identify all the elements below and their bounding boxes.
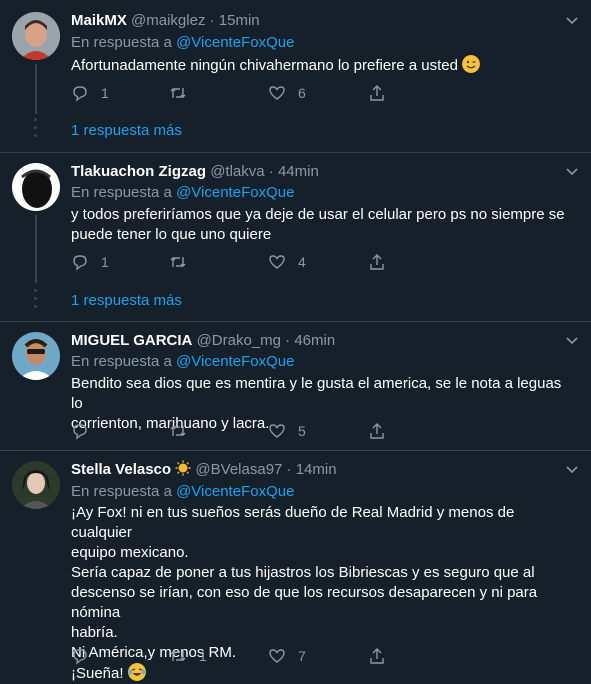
user-handle[interactable]: @maikglez bbox=[131, 12, 205, 29]
tweet-text-line: y todos preferiríamos que ya deje de usa… bbox=[71, 206, 565, 223]
reply-prefix: En respuesta a bbox=[71, 483, 172, 500]
like-count: 6 bbox=[298, 85, 306, 101]
tweet-actions: 1 4 bbox=[71, 252, 401, 272]
retweet-icon bbox=[170, 426, 186, 436]
heart-icon bbox=[269, 255, 285, 269]
display-name[interactable]: Tlakuachon Zigzag bbox=[71, 163, 206, 180]
reply-prefix: En respuesta a bbox=[71, 353, 172, 370]
chevron-down-icon[interactable] bbox=[565, 14, 579, 28]
reply-button[interactable]: 1 bbox=[71, 83, 109, 103]
reply-icon bbox=[73, 424, 87, 440]
retweet-button[interactable]: 1 bbox=[169, 646, 207, 666]
sun-emoji-icon bbox=[175, 460, 191, 476]
avatar[interactable] bbox=[12, 163, 60, 211]
timestamp[interactable]: 14min bbox=[296, 461, 337, 478]
tweet-3[interactable]: MIGUEL GARCIA @Drako_mg · 46min En respu… bbox=[0, 322, 591, 450]
tweet-text: y todos preferiríamos que ya deje de usa… bbox=[71, 205, 571, 245]
display-name[interactable]: Stella Velasco bbox=[71, 461, 171, 478]
tweet-text-line: puede tener lo que uno quiere bbox=[71, 226, 272, 243]
tweet-actions: 1 7 bbox=[71, 646, 401, 666]
retweet-button[interactable] bbox=[169, 252, 199, 272]
tweet-text-line: habría. bbox=[71, 624, 118, 641]
tweet-2[interactable]: Tlakuachon Zigzag @tlakva · 44min En res… bbox=[0, 153, 591, 321]
reply-count: 1 bbox=[101, 254, 109, 270]
heart-icon bbox=[269, 424, 285, 438]
like-button[interactable]: 5 bbox=[268, 421, 306, 441]
tweet-text-line: Afortunadamente ningún chivahermano lo p… bbox=[71, 57, 458, 74]
share-button[interactable] bbox=[368, 421, 398, 441]
heart-icon bbox=[269, 649, 285, 663]
share-button[interactable] bbox=[368, 83, 398, 103]
reply-icon bbox=[73, 86, 87, 102]
share-button[interactable] bbox=[368, 646, 398, 666]
reply-button[interactable] bbox=[71, 646, 101, 666]
share-icon bbox=[370, 85, 384, 101]
separator-dot: · bbox=[286, 461, 292, 478]
reply-mention-link[interactable]: @VicenteFoxQue bbox=[176, 34, 294, 51]
like-count: 5 bbox=[298, 423, 306, 439]
avatar[interactable] bbox=[12, 461, 60, 509]
tweet-1[interactable]: MaikMX @maikglez · 15min En respuesta a … bbox=[0, 0, 591, 152]
retweet-count: 1 bbox=[199, 648, 207, 664]
retweet-icon bbox=[170, 651, 186, 661]
tweet-4[interactable]: Stella Velasco @BVelasa97 · 14min En res… bbox=[0, 451, 591, 682]
reply-button[interactable]: 1 bbox=[71, 252, 109, 272]
tweet-text-line: equipo mexicano. bbox=[71, 544, 189, 561]
chevron-down-icon[interactable] bbox=[565, 334, 579, 348]
user-handle[interactable]: @BVelasa97 bbox=[195, 461, 282, 478]
show-more-replies-link[interactable]: 1 respuesta más bbox=[71, 291, 182, 311]
retweet-button[interactable] bbox=[169, 421, 199, 441]
heart-icon bbox=[269, 86, 285, 100]
reply-count: 1 bbox=[101, 85, 109, 101]
timestamp[interactable]: 15min bbox=[219, 12, 260, 29]
tweet-text-line: ¡Ay Fox! ni en tus sueños serás dueño de… bbox=[71, 504, 515, 541]
display-name[interactable]: MIGUEL GARCIA bbox=[71, 332, 192, 349]
reply-button[interactable] bbox=[71, 421, 101, 441]
chevron-down-icon[interactable] bbox=[565, 463, 579, 477]
chevron-down-icon[interactable] bbox=[565, 165, 579, 179]
reply-mention-link[interactable]: @VicenteFoxQue bbox=[176, 483, 294, 500]
wink-emoji-icon bbox=[462, 55, 481, 73]
like-button[interactable]: 6 bbox=[268, 83, 306, 103]
reply-icon bbox=[73, 255, 87, 271]
reply-mention-link[interactable]: @VicenteFoxQue bbox=[176, 184, 294, 201]
timestamp[interactable]: 46min bbox=[294, 332, 335, 349]
tweet-text-line: Sería capaz de poner a tus hijastros los… bbox=[71, 564, 535, 581]
like-button[interactable]: 7 bbox=[268, 646, 306, 666]
tweet-actions: 5 bbox=[71, 421, 401, 441]
tweet-text-line: Bendito sea dios que es mentira y le gus… bbox=[71, 375, 562, 412]
share-icon bbox=[370, 423, 384, 439]
like-count: 4 bbox=[298, 254, 306, 270]
separator-dot: · bbox=[268, 163, 274, 180]
like-button[interactable]: 4 bbox=[268, 252, 306, 272]
retweet-icon bbox=[170, 257, 186, 267]
display-name[interactable]: MaikMX bbox=[71, 12, 127, 29]
user-handle[interactable]: @tlakva bbox=[210, 163, 264, 180]
share-icon bbox=[370, 254, 384, 270]
share-icon bbox=[370, 648, 384, 664]
timestamp[interactable]: 44min bbox=[278, 163, 319, 180]
share-button[interactable] bbox=[368, 252, 398, 272]
user-handle[interactable]: @Drako_mg bbox=[197, 332, 281, 349]
separator-dot: · bbox=[285, 332, 291, 349]
reply-prefix: En respuesta a bbox=[71, 184, 172, 201]
show-more-replies-link[interactable]: 1 respuesta más bbox=[71, 121, 182, 141]
tweet-text-line: descenso se irían, con eso de que los re… bbox=[71, 584, 538, 621]
tweet-text: Afortunadamente ningún chivahermano lo p… bbox=[71, 55, 571, 76]
retweet-button[interactable] bbox=[169, 83, 199, 103]
avatar[interactable] bbox=[12, 332, 60, 380]
retweet-icon bbox=[170, 88, 186, 98]
reply-icon bbox=[73, 649, 87, 665]
reply-prefix: En respuesta a bbox=[71, 34, 172, 51]
like-count: 7 bbox=[298, 648, 306, 664]
reply-mention-link[interactable]: @VicenteFoxQue bbox=[176, 353, 294, 370]
separator-dot: · bbox=[209, 12, 215, 29]
tweet-actions: 1 6 bbox=[71, 83, 401, 103]
avatar[interactable] bbox=[12, 12, 60, 60]
